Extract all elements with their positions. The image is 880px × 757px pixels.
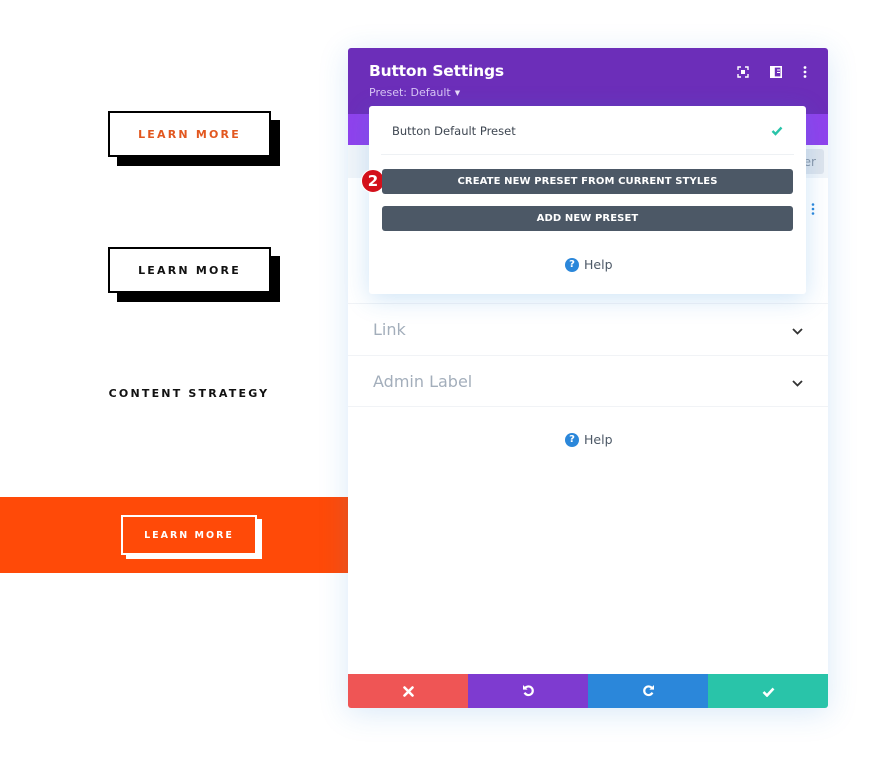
chevron-down-icon [792,320,803,339]
modal-title: Button Settings [369,62,504,80]
divider [381,154,794,155]
section-link[interactable]: Link [348,303,828,355]
learn-more-button-orange-text[interactable]: LEARN MORE [108,111,271,157]
learn-more-button-black-text[interactable]: LEARN MORE [108,247,271,293]
section-admin-label[interactable]: Admin Label [348,355,828,407]
more-vertical-icon[interactable] [797,64,813,80]
close-icon [402,682,414,701]
modal-header: Button Settings Preset: Default ▼ [348,48,828,114]
help-link[interactable]: ? Help [565,432,613,447]
undo-button[interactable] [468,674,588,708]
caret-down-icon: ▼ [454,88,461,97]
help-label: Help [584,432,613,447]
redo-button[interactable] [588,674,708,708]
preset-label: Preset: Default [369,86,451,99]
undo-icon [522,682,535,701]
check-icon [762,682,775,701]
help-link[interactable]: ? Help [565,257,613,272]
save-button[interactable] [708,674,828,708]
help-icon: ? [565,257,579,272]
add-new-preset-button[interactable]: ADD NEW PRESET [382,206,793,231]
section-label: Admin Label [373,371,473,391]
section-label: Link [373,320,406,339]
expand-icon[interactable] [735,64,751,80]
preset-selector[interactable]: Preset: Default ▼ [369,86,460,99]
cancel-button[interactable] [348,674,468,708]
help-label: Help [584,257,613,272]
help-icon: ? [565,432,579,447]
sidebar-layout-icon[interactable] [768,64,784,80]
chevron-down-icon [792,372,803,391]
check-icon [771,121,783,140]
content-strategy-text: CONTENT STRATEGY [108,387,270,400]
preset-dropdown: Button Default Preset 2 CREATE NEW PRESE… [361,106,806,294]
create-preset-from-styles-button[interactable]: CREATE NEW PRESET FROM CURRENT STYLES [382,169,793,194]
redo-icon [642,682,655,701]
more-vertical-icon[interactable] [811,200,815,219]
modal-footer [348,674,828,708]
preset-item-label: Button Default Preset [392,123,516,138]
learn-more-button-on-orange[interactable]: LEARN MORE [121,515,257,555]
preset-item-default[interactable]: Button Default Preset [369,106,806,155]
